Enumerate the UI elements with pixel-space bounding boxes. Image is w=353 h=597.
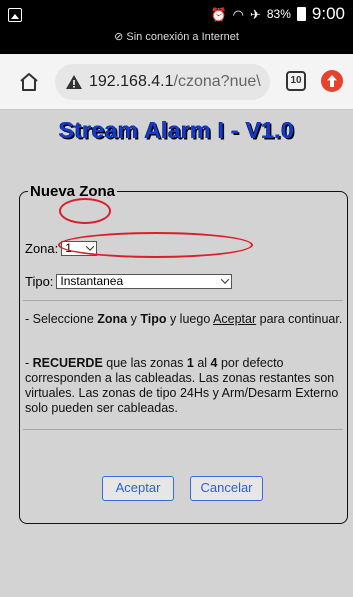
chevron-down-icon <box>86 242 95 251</box>
zona-select-value: 1 <box>65 241 72 255</box>
alarm-clock-icon: ⏰ <box>210 6 227 22</box>
rem-n1: 1 <box>186 356 194 370</box>
tipo-select-value: Instantanea <box>60 274 124 288</box>
page-content: Stream Alarm I - V1.0 Nueva Zona Zona: 1… <box>0 111 353 597</box>
clock-time: 9:00 <box>311 4 345 23</box>
zona-highlight-ring <box>59 198 111 224</box>
zona-select[interactable]: 1 <box>61 241 98 256</box>
not-secure-warning-icon[interactable] <box>65 74 83 90</box>
home-icon[interactable] <box>18 71 40 93</box>
status-bar: ⏰ ◠ ✈ 83% 9:00 ⊘ Sin conexión a Internet <box>0 0 353 54</box>
tipo-label: Tipo: <box>25 274 54 289</box>
form-legend: Nueva Zona <box>30 183 116 200</box>
instr-tipo: Tipo <box>140 312 167 326</box>
network-status: ⊘ Sin conexión a Internet <box>0 30 353 43</box>
instr-and: y <box>127 312 141 326</box>
divider <box>23 429 343 430</box>
zona-label: Zona: <box>25 241 59 256</box>
address-bar[interactable]: 192.168.4.1/czona?nue\ <box>55 64 270 100</box>
url-path: /czona?nue\ <box>173 73 261 90</box>
instr-suffix: para continuar. <box>256 312 343 326</box>
no-connection-icon: ⊘ <box>114 31 124 43</box>
airplane-icon: ✈ <box>249 6 261 22</box>
rem-al: al <box>193 356 211 370</box>
wifi-icon: ◠ <box>232 6 244 22</box>
status-icons: ⏰ ◠ ✈ 83% 9:00 <box>210 2 345 26</box>
instructions-text: - Seleccione Zona y Tipo y luego Aceptar… <box>25 312 343 327</box>
cancel-button[interactable]: Cancelar <box>190 476 263 501</box>
instr-prefix: - Seleccione <box>25 312 98 326</box>
new-zone-form: Nueva Zona Zona: 1 Tipo: Instantanea - S… <box>19 183 348 524</box>
battery-icon <box>296 7 306 21</box>
browser-toolbar: 192.168.4.1/czona?nue\ 10 <box>0 54 353 110</box>
reminder-text: - RECUERDE que las zonas 1 al 4 por defe… <box>25 356 343 416</box>
rem-prefix: - <box>25 356 33 370</box>
tipo-row: Tipo: Instantanea <box>25 274 233 289</box>
instr-zona: Zona <box>97 312 128 326</box>
instr-middle: y luego <box>166 312 214 326</box>
tipo-select[interactable]: Instantanea <box>56 274 233 289</box>
zona-row: Zona: 1 <box>25 241 98 256</box>
rem-recuerde: RECUERDE <box>32 356 103 370</box>
divider <box>23 300 343 301</box>
accept-button[interactable]: Aceptar <box>102 476 174 501</box>
instr-aceptar: Aceptar <box>213 312 257 326</box>
url-host: 192.168.4.1 <box>89 73 174 90</box>
chevron-down-icon <box>221 275 230 284</box>
page-title: Stream Alarm I - V1.0 <box>58 117 295 143</box>
url-text: 192.168.4.1/czona?nue\ <box>89 73 261 91</box>
battery-percent: 83% <box>266 7 291 21</box>
tab-switcher-button[interactable]: 10 <box>286 71 306 91</box>
image-notification-icon <box>8 8 22 22</box>
opera-menu-icon[interactable] <box>321 70 343 92</box>
rem-text1: que las zonas <box>102 356 187 370</box>
network-status-text: Sin conexión a Internet <box>126 31 239 43</box>
